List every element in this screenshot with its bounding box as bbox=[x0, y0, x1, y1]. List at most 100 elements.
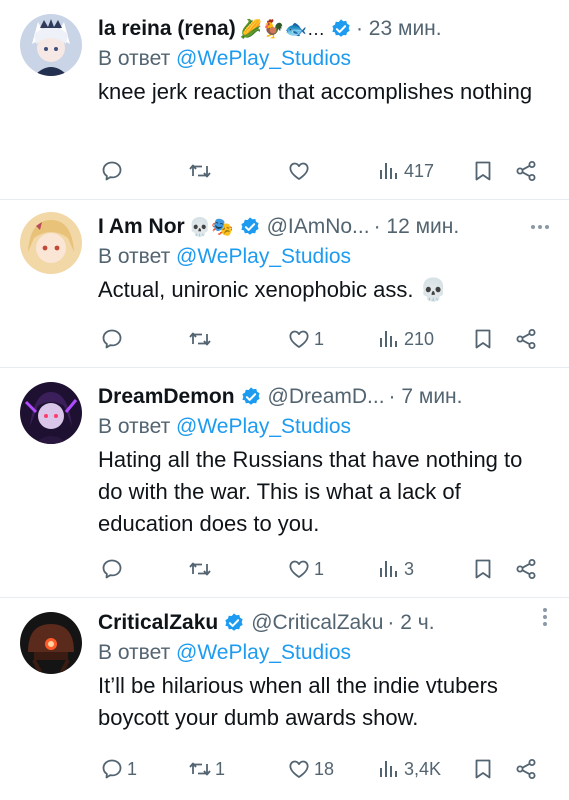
like-icon bbox=[287, 557, 311, 581]
tweet-text: knee jerk reaction that accomplishes not… bbox=[98, 79, 533, 104]
like-count: 1 bbox=[314, 328, 325, 349]
handle[interactable]: @IAmNo... bbox=[267, 215, 370, 239]
share-button[interactable] bbox=[514, 757, 538, 781]
name-emoji: 🌽🐓🐟… bbox=[239, 18, 325, 39]
retweet-button[interactable] bbox=[188, 159, 215, 183]
avatar[interactable] bbox=[20, 212, 82, 274]
like-button[interactable]: 1 bbox=[287, 557, 324, 581]
views-button[interactable]: 210 bbox=[377, 327, 434, 351]
share-icon bbox=[514, 327, 538, 351]
reply-button[interactable]: 1 bbox=[100, 757, 137, 781]
like-button[interactable]: 18 bbox=[287, 757, 334, 781]
views-button[interactable]: 3,4K bbox=[377, 757, 441, 781]
bookmark-button[interactable] bbox=[471, 159, 495, 183]
tweet[interactable]: la reina (rena) 🌽🐓🐟… · 23 мин. В ответ @… bbox=[0, 0, 569, 200]
reply-prefix: В ответ bbox=[98, 245, 177, 268]
reply-mention-link[interactable]: @WePlay_Studios bbox=[176, 47, 351, 70]
reply-icon bbox=[100, 557, 124, 581]
bookmark-icon bbox=[471, 159, 495, 183]
reply-prefix: В ответ bbox=[98, 47, 177, 70]
display-name[interactable]: CriticalZaku bbox=[98, 611, 218, 635]
reply-prefix: В ответ bbox=[98, 415, 177, 438]
bookmark-icon bbox=[471, 757, 495, 781]
tweet[interactable]: I Am Nor 💀🎭 @IAmNo... · 12 мин. В ответ … bbox=[0, 200, 569, 368]
tweet-text: It’ll be hilarious when all the indie vt… bbox=[98, 673, 498, 730]
avatar[interactable] bbox=[20, 14, 82, 76]
reply-icon bbox=[100, 757, 124, 781]
verified-badge-icon bbox=[240, 386, 262, 408]
verified-badge-icon bbox=[330, 18, 352, 40]
like-count: 1 bbox=[314, 558, 325, 579]
bookmark-icon bbox=[471, 557, 495, 581]
views-count: 417 bbox=[404, 160, 435, 181]
retweet-icon bbox=[188, 557, 212, 581]
reply-mention-link[interactable]: @WePlay_Studios bbox=[176, 245, 351, 268]
views-icon bbox=[377, 757, 401, 781]
reply-prefix: В ответ bbox=[98, 641, 177, 664]
share-icon bbox=[514, 159, 538, 183]
display-name[interactable]: la reina (rena) bbox=[98, 17, 236, 41]
reply-mention-link[interactable]: @WePlay_Studios bbox=[176, 415, 351, 438]
bookmark-button[interactable] bbox=[471, 757, 495, 781]
tweet-text: Hating all the Russians that have nothin… bbox=[98, 447, 523, 536]
views-count: 3 bbox=[404, 558, 415, 579]
share-icon bbox=[514, 557, 538, 581]
reply-context: В ответ @WePlay_Studios bbox=[98, 242, 549, 272]
reply-context: В ответ @WePlay_Studios bbox=[98, 412, 549, 442]
reply-button[interactable] bbox=[100, 159, 127, 183]
tweet-text: Actual, unironic xenophobic ass. 💀 bbox=[98, 277, 448, 302]
tweet[interactable]: DreamDemon @DreamD... · 7 мин. В ответ @… bbox=[0, 368, 569, 598]
share-button[interactable] bbox=[514, 557, 538, 581]
views-button[interactable]: 417 bbox=[377, 159, 434, 183]
reply-icon bbox=[100, 327, 124, 351]
like-icon bbox=[287, 327, 311, 351]
display-name[interactable]: DreamDemon bbox=[98, 385, 235, 409]
retweet-icon bbox=[188, 159, 212, 183]
views-icon bbox=[377, 327, 401, 351]
bookmark-button[interactable] bbox=[471, 327, 495, 351]
verified-badge-icon bbox=[223, 612, 245, 634]
retweet-icon bbox=[188, 757, 212, 781]
retweet-button[interactable] bbox=[188, 557, 215, 581]
avatar[interactable] bbox=[20, 612, 82, 674]
reply-mention-link[interactable]: @WePlay_Studios bbox=[176, 641, 351, 664]
like-icon bbox=[287, 757, 311, 781]
retweet-button[interactable]: 1 bbox=[188, 757, 225, 781]
avatar[interactable] bbox=[20, 382, 82, 444]
share-button[interactable] bbox=[514, 159, 538, 183]
retweet-icon bbox=[188, 327, 212, 351]
timestamp[interactable]: · 12 мин. bbox=[374, 215, 460, 239]
views-icon bbox=[377, 557, 401, 581]
display-name[interactable]: I Am Nor bbox=[98, 215, 185, 239]
reply-button[interactable] bbox=[100, 327, 127, 351]
like-count: 18 bbox=[314, 758, 335, 779]
like-button[interactable] bbox=[287, 159, 314, 183]
views-count: 3,4K bbox=[404, 758, 442, 779]
like-icon bbox=[287, 159, 311, 183]
handle[interactable]: @CriticalZaku bbox=[251, 611, 383, 635]
share-icon bbox=[514, 757, 538, 781]
verified-badge-icon bbox=[239, 216, 261, 238]
reply-button[interactable] bbox=[100, 557, 127, 581]
reply-context: В ответ @WePlay_Studios bbox=[98, 44, 549, 74]
views-button[interactable]: 3 bbox=[377, 557, 414, 581]
bookmark-icon bbox=[471, 327, 495, 351]
views-icon bbox=[377, 159, 401, 183]
more-icon[interactable] bbox=[543, 608, 547, 638]
more-icon[interactable] bbox=[531, 212, 549, 242]
timestamp[interactable]: · 23 мин. bbox=[356, 17, 442, 41]
retweet-count: 1 bbox=[215, 758, 226, 779]
reply-count: 1 bbox=[127, 758, 138, 779]
tweet[interactable]: CriticalZaku @CriticalZaku · 2 ч. В отве… bbox=[0, 598, 569, 800]
bookmark-button[interactable] bbox=[471, 557, 495, 581]
like-button[interactable]: 1 bbox=[287, 327, 324, 351]
views-count: 210 bbox=[404, 328, 435, 349]
reply-icon bbox=[100, 159, 124, 183]
handle[interactable]: @DreamD... bbox=[268, 385, 385, 409]
timestamp[interactable]: · 7 мин. bbox=[389, 385, 463, 409]
timestamp[interactable]: · 2 ч. bbox=[387, 611, 434, 635]
name-emoji: 💀🎭 bbox=[188, 216, 234, 237]
share-button[interactable] bbox=[514, 327, 538, 351]
retweet-button[interactable] bbox=[188, 327, 215, 351]
reply-context: В ответ @WePlay_Studios bbox=[98, 638, 549, 668]
